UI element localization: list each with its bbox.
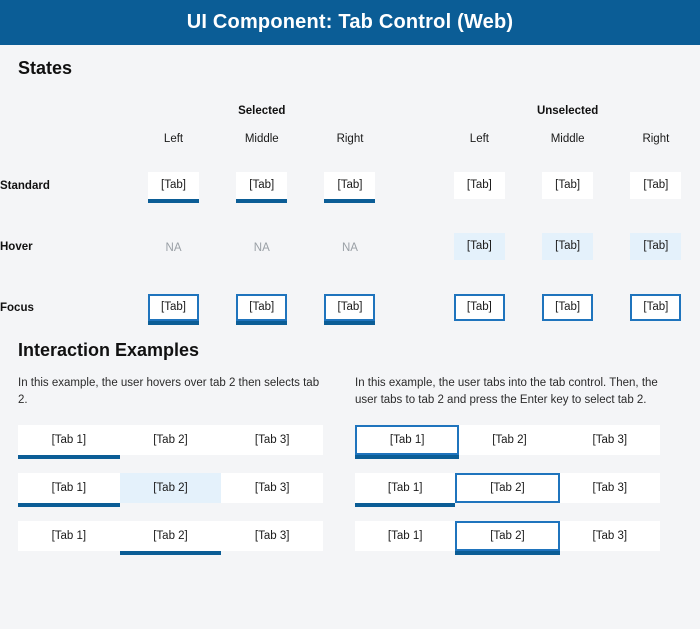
states-row-label-standard: Standard [0,179,50,192]
states-cell-focus-selected-middle: [Tab] [218,277,306,338]
tab-focus-selected-right[interactable]: [Tab] [324,294,376,325]
tab-standard-selected-middle[interactable]: [Tab] [236,172,288,203]
column-header-gap [394,123,435,155]
states-cell-standard-unselected-middle: [Tab] [524,155,612,216]
tab-item-3[interactable]: [Tab 3] [559,473,660,503]
states-cell-hover-selected-left: NA [129,216,217,277]
column-header-selected-right: Right [336,133,364,145]
states-row-label-hover: Hover [0,240,33,253]
states-row-label-focus: Focus [0,301,34,314]
tab-item-1[interactable]: [Tab 1] [355,425,460,459]
states-cell-hover-selected-right: NA [306,216,394,277]
tab-hover-unselected-middle[interactable]: [Tab] [542,233,594,260]
states-matrix: Selected Unselected Left Middle Right Le… [0,99,700,338]
group-header-gap [394,99,435,123]
states-cell-focus-selected-left: [Tab] [129,277,217,338]
page-title: UI Component: Tab Control (Web) [186,11,514,33]
group-header-unselected: Unselected [536,105,599,117]
tab-strip-step-3: [Tab 1] [Tab 2] [Tab 3] [18,521,324,555]
states-row-standard: Standard [Tab] [Tab] [Tab] [Tab] [Tab] [Tab] [0,155,700,216]
column-header-row: Left Middle Right Left Middle Right [0,123,700,155]
tab-item-1[interactable]: [Tab 1] [355,473,456,507]
column-header-unselected-middle: Middle [550,133,585,145]
tab-standard-unselected-right[interactable]: [Tab] [630,172,682,199]
tab-item-1[interactable]: [Tab 1] [18,473,120,507]
tab-item-3[interactable]: [Tab 3] [559,425,660,455]
tab-item-3[interactable]: [Tab 3] [559,521,660,551]
tab-standard-selected-left[interactable]: [Tab] [148,172,200,203]
group-header-spacer [0,99,129,123]
not-applicable-label: NA [253,241,270,254]
states-cell-focus-unselected-middle: [Tab] [524,277,612,338]
states-cell-hover-unselected-left: [Tab] [435,216,523,277]
title-bar: UI Component: Tab Control (Web) [0,0,700,45]
states-cell-hover-unselected-right: [Tab] [612,216,700,277]
states-cell-standard-unselected-right: [Tab] [612,155,700,216]
states-cell-focus-unselected-right: [Tab] [612,277,700,338]
group-header-row: Selected Unselected [0,99,700,123]
tab-item-2[interactable]: [Tab 2] [459,425,560,455]
interaction-example-1: In this example, the user hovers over ta… [18,375,324,569]
states-cell-standard-selected-right: [Tab] [306,155,394,216]
interaction-example-caption: In this example, the user tabs into the … [355,377,658,406]
states-row-hover: Hover NA NA NA [Tab] [Tab] [Tab] [0,216,700,277]
tab-item-3[interactable]: [Tab 3] [221,473,324,503]
states-row-gap [394,277,435,338]
states-row-gap [394,155,435,216]
tab-item-1[interactable]: [Tab 1] [18,521,120,551]
states-cell-hover-unselected-middle: [Tab] [524,216,612,277]
tab-item-2[interactable]: [Tab 2] [119,425,222,455]
column-header-selected-middle: Middle [244,133,279,145]
tab-standard-selected-right[interactable]: [Tab] [324,172,376,203]
tab-standard-unselected-left[interactable]: [Tab] [453,172,505,199]
column-header-unselected-right: Right [642,133,670,145]
tab-item-1[interactable]: [Tab 1] [355,521,456,551]
interaction-examples: In this example, the user hovers over ta… [0,375,700,569]
tab-item-2[interactable]: [Tab 2] [119,473,222,503]
states-cell-hover-selected-middle: NA [218,216,306,277]
states-cell-standard-unselected-left: [Tab] [435,155,523,216]
states-cell-standard-selected-left: [Tab] [129,155,217,216]
tab-hover-unselected-left[interactable]: [Tab] [453,233,505,260]
tab-focus-unselected-left[interactable]: [Tab] [453,294,505,321]
states-table-header: Selected Unselected Left Middle Right Le… [0,99,700,155]
tab-item-1[interactable]: [Tab 1] [18,425,120,459]
interaction-example-2: In this example, the user tabs into the … [355,375,660,569]
tab-strip-step-2: [Tab 1] [Tab 2] [Tab 3] [355,473,660,507]
column-header-selected-left: Left [163,133,184,145]
tab-focus-selected-middle[interactable]: [Tab] [236,294,288,325]
states-table-body: Standard [Tab] [Tab] [Tab] [Tab] [Tab] [Tab] Ho… [0,155,700,338]
tab-strip-step-3: [Tab 1] [Tab 2] [Tab 3] [355,521,660,555]
tab-focus-selected-left[interactable]: [Tab] [148,294,200,325]
tab-focus-unselected-right[interactable]: [Tab] [630,294,682,321]
not-applicable-label: NA [342,241,358,254]
tab-focus-unselected-middle[interactable]: [Tab] [542,294,594,321]
states-cell-focus-selected-right: [Tab] [306,277,394,338]
tab-item-2[interactable]: [Tab 2] [119,521,222,555]
column-header-unselected-left: Left [469,133,489,145]
tab-strip-step-2: [Tab 1] [Tab 2] [Tab 3] [18,473,324,507]
states-cell-standard-selected-middle: [Tab] [218,155,306,216]
interaction-example-caption: In this example, the user hovers over ta… [18,377,320,406]
tab-hover-unselected-right[interactable]: [Tab] [630,233,682,260]
tab-item-3[interactable]: [Tab 3] [221,521,324,551]
group-header-selected: Selected [238,105,286,117]
tab-strip-step-1: [Tab 1] [Tab 2] [Tab 3] [355,425,660,459]
tab-item-2[interactable]: [Tab 2] [455,521,560,555]
interaction-examples-heading: Interaction Examples [18,340,200,360]
column-header-spacer [0,123,129,155]
tab-item-3[interactable]: [Tab 3] [221,425,324,455]
states-heading: States [18,58,73,78]
states-row-gap [394,216,435,277]
states-row-focus: Focus [Tab] [Tab] [Tab] [Tab] [Tab] [Tab] [0,277,700,338]
not-applicable-label: NA [165,241,182,254]
tab-strip-step-1: [Tab 1] [Tab 2] [Tab 3] [18,425,324,459]
states-cell-focus-unselected-left: [Tab] [435,277,523,338]
tab-standard-unselected-middle[interactable]: [Tab] [542,172,594,199]
tab-item-2[interactable]: [Tab 2] [455,473,560,503]
